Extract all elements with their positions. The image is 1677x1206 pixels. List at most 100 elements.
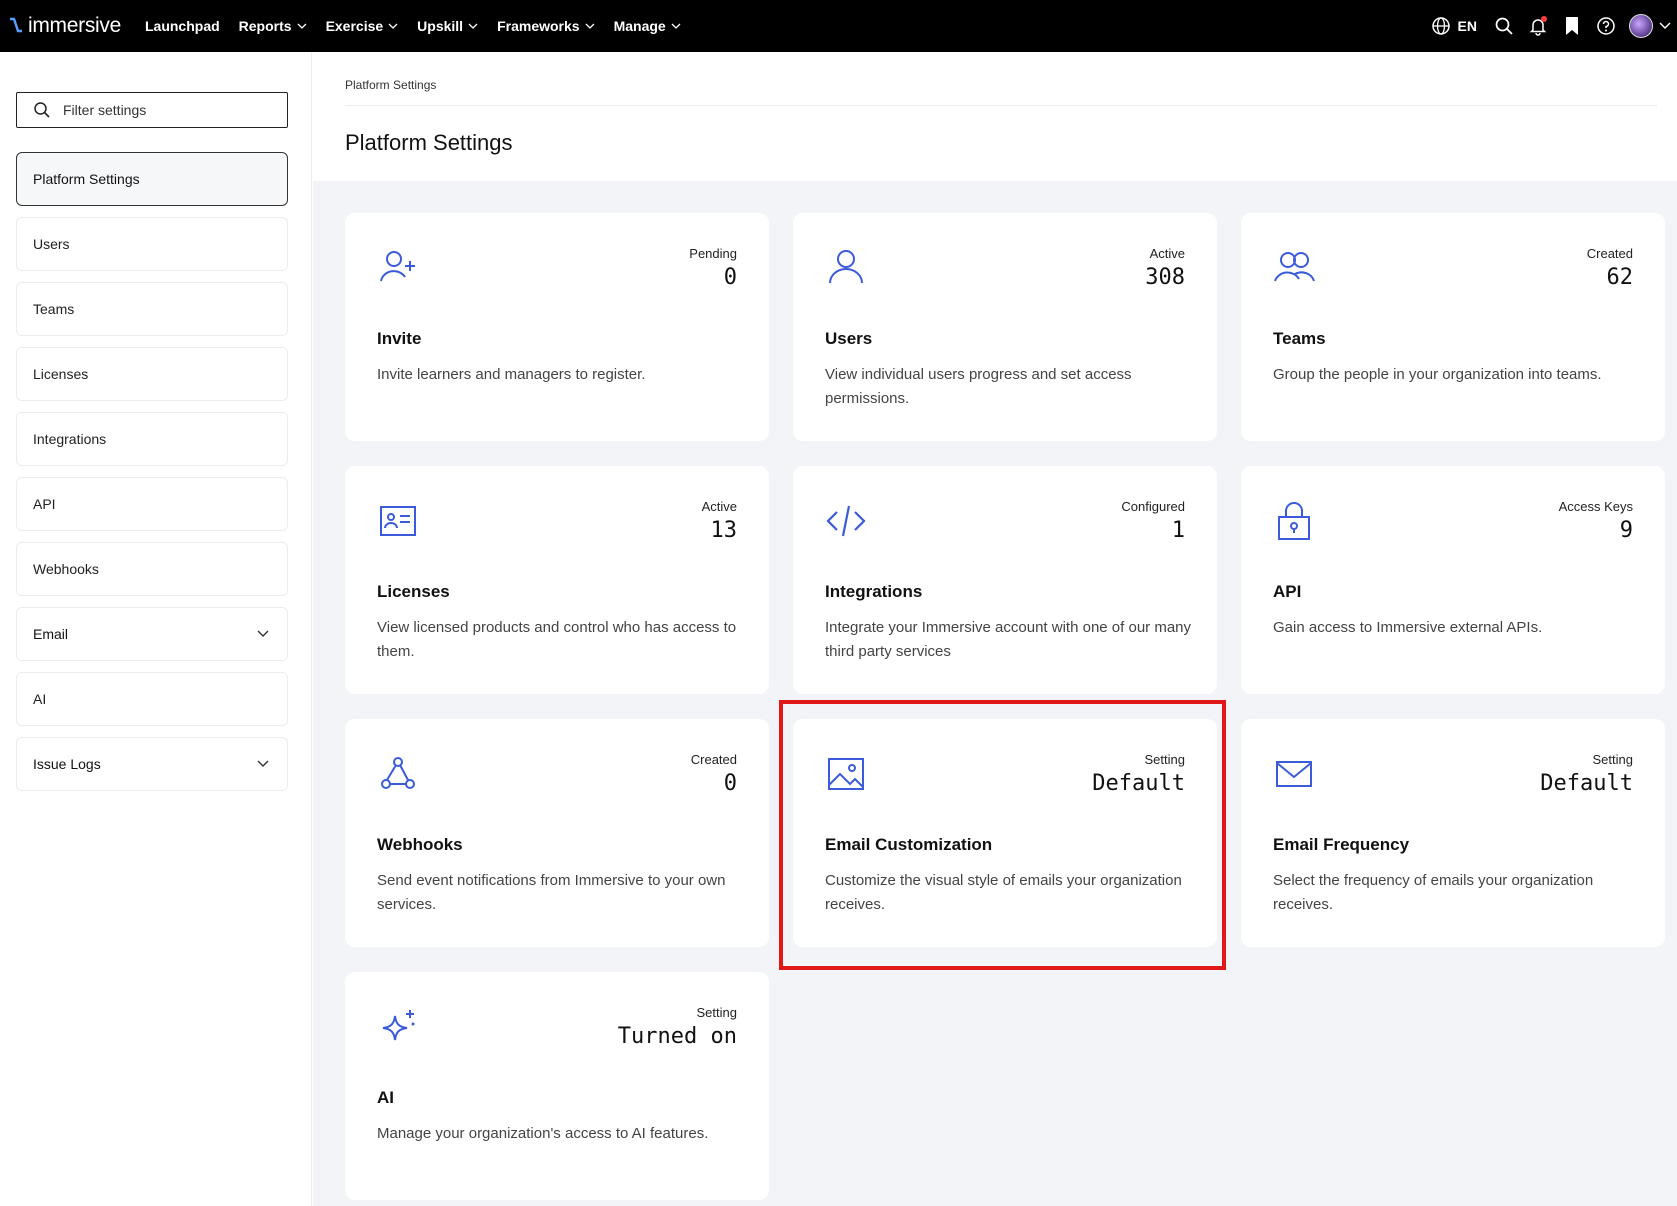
- card-title: Webhooks: [377, 835, 463, 854]
- card-title: Email Customization: [825, 835, 993, 854]
- nav-reports[interactable]: Reports: [239, 18, 307, 34]
- language-selector[interactable]: EN: [1458, 18, 1477, 34]
- nav-manage[interactable]: Manage: [614, 18, 681, 34]
- card-description: View individual users progress and set a…: [825, 366, 1132, 407]
- card-integrations[interactable]: Configured 1 Integrations Integrate your…: [793, 466, 1217, 694]
- search-icon[interactable]: [1493, 15, 1515, 37]
- card-email-customization[interactable]: Setting Default Email Customization Cust…: [793, 719, 1217, 947]
- stat-label: Setting: [696, 1005, 737, 1020]
- brand-name: immersive: [28, 14, 121, 37]
- sidebar-item-licenses[interactable]: Licenses: [16, 347, 288, 401]
- user-icon: [829, 250, 863, 284]
- sidebar-item-label: Issue Logs: [33, 756, 101, 772]
- sidebar-item-users[interactable]: Users: [16, 217, 288, 271]
- nav-utilities: EN: [1418, 0, 1671, 52]
- card-title: Integrations: [825, 582, 923, 601]
- nav-launchpad[interactable]: Launchpad: [145, 18, 220, 34]
- avatar[interactable]: [1629, 14, 1653, 38]
- globe-icon[interactable]: [1430, 15, 1452, 37]
- card-title: AI: [377, 1088, 394, 1107]
- card-title: Email Frequency: [1273, 835, 1410, 854]
- sidebar-item-label: Users: [33, 236, 70, 252]
- page-title: Platform Settings: [345, 130, 513, 155]
- sidebar-item-ai[interactable]: AI: [16, 672, 288, 726]
- chevron-down-icon[interactable]: [1659, 22, 1671, 30]
- nav-launchpad-label: Launchpad: [144, 18, 220, 34]
- nav-frameworks[interactable]: Frameworks: [497, 18, 595, 34]
- card-webhooks[interactable]: Created 0 Webhooks Send event notificati…: [345, 719, 769, 947]
- breadcrumb[interactable]: Platform Settings: [345, 78, 436, 92]
- id-card-icon: [380, 506, 416, 536]
- brand-logo[interactable]: immersive: [8, 14, 121, 38]
- filter-settings[interactable]: [16, 92, 288, 128]
- card-description: Customize the visual style of emails you…: [825, 872, 1182, 913]
- card-teams[interactable]: Created 62 Teams Group the people in you…: [1241, 213, 1665, 441]
- stat-label: Active: [701, 499, 737, 514]
- code-icon: [826, 505, 866, 537]
- nav-exercise-label: Exercise: [325, 18, 384, 34]
- stat-label: Created: [1586, 246, 1633, 261]
- stat-value: Default: [1092, 771, 1185, 796]
- sidebar-item-label: Licenses: [33, 366, 89, 382]
- nav-upskill[interactable]: Upskill: [417, 18, 478, 34]
- stat-label: Setting: [1144, 752, 1185, 767]
- stat-value: 1: [1171, 518, 1185, 543]
- page-header: Platform Settings Platform Settings: [313, 52, 1677, 181]
- settings-grid: Pending 0 Invite Invite learners and man…: [313, 181, 1677, 1206]
- sidebar-item-platform-settings[interactable]: Platform Settings: [16, 152, 288, 206]
- card-email-frequency[interactable]: Setting Default Email Frequency Select t…: [1241, 719, 1665, 947]
- sidebar-item-webhooks[interactable]: Webhooks: [16, 542, 288, 596]
- stat-value: 0: [723, 771, 737, 796]
- stat-label: Pending: [689, 246, 737, 261]
- chevron-down-icon: [468, 23, 478, 29]
- card-description: View licensed products and control who h…: [377, 619, 737, 660]
- card-api[interactable]: Access Keys 9 API Gain access to Immersi…: [1241, 466, 1665, 694]
- card-users[interactable]: Active 308 Users View individual users p…: [793, 213, 1217, 441]
- card-description: Send event notifications from Immersive …: [377, 872, 726, 913]
- settings-sidebar: Platform Settings Users Teams Licenses I…: [0, 52, 312, 1206]
- image-icon: [828, 758, 864, 790]
- card-licenses[interactable]: Active 13 Licenses View licensed product…: [345, 466, 769, 694]
- bookmark-icon[interactable]: [1561, 15, 1583, 37]
- sidebar-item-label: Teams: [33, 301, 75, 317]
- chevron-down-icon: [257, 630, 269, 637]
- help-icon[interactable]: [1595, 15, 1617, 37]
- card-invite[interactable]: Pending 0 Invite Invite learners and man…: [345, 213, 769, 441]
- stat-value: Default: [1540, 771, 1633, 796]
- top-nav: immersive Launchpad Reports Exercise Ups…: [0, 0, 1677, 52]
- chevron-down-icon: [297, 23, 307, 29]
- card-description: Manage your organization's access to AI …: [377, 1125, 709, 1142]
- sidebar-item-label: Email: [33, 626, 69, 642]
- users-icon: [1274, 252, 1315, 282]
- divider: [345, 105, 1657, 106]
- card-title: Licenses: [377, 582, 450, 601]
- sidebar-item-label: AI: [33, 691, 47, 707]
- nav-exercise[interactable]: Exercise: [326, 18, 399, 34]
- sparkle-icon: [382, 1010, 415, 1041]
- card-title: Invite: [377, 329, 422, 348]
- card-title: API: [1273, 582, 1302, 601]
- sidebar-item-api[interactable]: API: [16, 477, 288, 531]
- sidebar-item-label: Integrations: [33, 431, 107, 447]
- card-description: Integrate your Immersive account with on…: [825, 619, 1192, 660]
- card-ai[interactable]: Setting Turned on AI Manage your organiz…: [345, 972, 769, 1200]
- chevron-down-icon: [257, 760, 269, 767]
- stat-value: Turned on: [617, 1024, 737, 1049]
- search-icon: [34, 102, 50, 118]
- main-content: Platform Settings Platform Settings Pend…: [313, 52, 1677, 1206]
- sidebar-item-label: API: [33, 496, 56, 512]
- sidebar-item-teams[interactable]: Teams: [16, 282, 288, 336]
- nav-reports-label: Reports: [238, 18, 292, 34]
- stat-value: 308: [1145, 265, 1185, 290]
- nav-upskill-label: Upskill: [417, 18, 464, 34]
- stat-value: 13: [710, 518, 738, 543]
- bell-icon[interactable]: [1527, 15, 1549, 37]
- card-description: Invite learners and managers to register…: [377, 366, 646, 383]
- sidebar-item-email[interactable]: Email: [16, 607, 288, 661]
- lock-icon: [1278, 502, 1310, 540]
- card-title: Users: [825, 329, 873, 348]
- sidebar-item-integrations[interactable]: Integrations: [16, 412, 288, 466]
- filter-settings-input[interactable]: [63, 102, 263, 118]
- nav-manage-label: Manage: [613, 18, 666, 34]
- sidebar-item-issue-logs[interactable]: Issue Logs: [16, 737, 288, 791]
